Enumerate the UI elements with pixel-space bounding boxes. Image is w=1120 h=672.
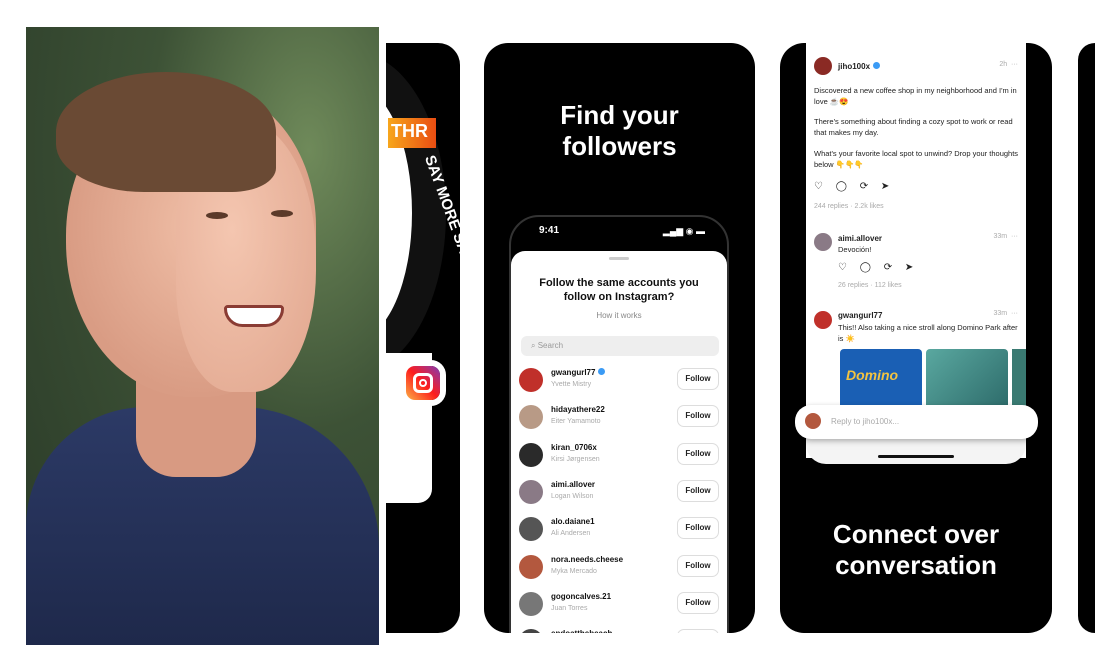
app-screenshot-threads-intro: SAY MORE SAY MORE THR [386, 43, 460, 633]
account-row: gogoncalves.21 Juan Torres Follow [519, 590, 719, 626]
app-screenshot-conversation: jiho100x 2h ··· Discovered a new coffee … [780, 43, 1052, 633]
follow-button[interactable]: Follow [677, 405, 719, 428]
panel-title: Connect over conversation [780, 519, 1052, 581]
reply-actions[interactable]: ♡ ◯ ⟳ ➤ [838, 262, 1044, 273]
account-name: Eiter Yamamoto [551, 418, 601, 426]
avatar[interactable] [519, 591, 543, 616]
account-row: endoatthebeach Follow [519, 627, 719, 633]
phone-bottom [806, 438, 1026, 464]
account-name: Juan Torres [551, 604, 588, 612]
account-name: Kirsi Jørgensen [551, 455, 600, 463]
verified-icon [598, 368, 606, 375]
avatar[interactable] [519, 629, 543, 633]
avatar[interactable] [519, 405, 543, 430]
hair [56, 72, 276, 192]
post-stats[interactable]: 244 replies · 2.2k likes [814, 201, 1020, 212]
post-actions[interactable]: ♡ ◯ ⟳ ➤ [814, 181, 1020, 192]
reply-text: Devoción! [838, 245, 872, 254]
how-it-works-link[interactable]: How it works [511, 311, 727, 320]
smile [224, 305, 284, 327]
post-text: Discovered a new coffee shop in my neigh… [814, 86, 1017, 106]
title-line: Connect over [832, 519, 1000, 549]
account-name: Yvette Mistry [551, 381, 592, 388]
search-placeholder: Search [537, 341, 564, 350]
reply-text: This!! Also taking a nice stroll along D… [838, 323, 1018, 343]
portrait-photo [26, 27, 379, 645]
account-username[interactable]: nora.needs.cheese [551, 555, 623, 564]
follow-button[interactable]: Follow [677, 591, 719, 614]
account-row: alo.daiane1 Ali Andersen Follow [519, 515, 719, 551]
follow-button[interactable]: Follow [677, 554, 719, 577]
avatar [805, 413, 821, 429]
phone-mockup: 9:41 ▂▄▆ ◉ ▬ Follow the same accounts yo… [509, 215, 729, 633]
avatar[interactable] [519, 517, 543, 542]
avatar [814, 57, 832, 75]
account-username[interactable]: alo.daiane1 [551, 517, 595, 526]
follow-button[interactable]: Follow [677, 442, 719, 465]
account-name: Ali Andersen [551, 530, 591, 538]
account-row: kiran_0706x Kirsi Jørgensen Follow [519, 441, 719, 477]
avatar [814, 311, 832, 329]
title-line: Find your [560, 100, 679, 130]
reply-time: 33m ··· [993, 310, 1018, 317]
post-image-park[interactable] [926, 349, 1008, 409]
account-username[interactable]: endoatthebeach [551, 629, 612, 633]
sheet-handle[interactable] [609, 257, 629, 260]
status-time: 9:41 [539, 225, 560, 236]
account-username[interactable]: aimi.allover [551, 480, 595, 489]
account-name: Logan Wilson [551, 492, 594, 500]
follow-button[interactable]: Follow [677, 368, 719, 390]
home-indicator [878, 455, 954, 458]
account-row: aimi.allover Logan Wilson Follow [519, 478, 719, 514]
account-row: hidayathere22 Eiter Yamamoto Follow [519, 403, 719, 439]
reply-time: 33m ··· [993, 233, 1018, 240]
avatar[interactable] [519, 442, 543, 467]
signal-wifi-battery-icon: ▂▄▆ ◉ ▬ [662, 226, 705, 236]
account-username[interactable]: kiran_0706x [551, 443, 597, 452]
reply-input[interactable]: Reply to jiho100x... [795, 405, 1038, 439]
account-row: nora.needs.cheese Myka Mercado Follow [519, 553, 719, 589]
title-line: followers [562, 131, 677, 161]
app-screenshot-find-followers: Find your followers 9:41 ▂▄▆ ◉ ▬ Follow … [484, 43, 755, 633]
app-screenshot-partial [1078, 43, 1095, 633]
follow-sheet: Follow the same accounts you follow on In… [511, 251, 727, 633]
instagram-icon [406, 366, 440, 400]
post-image[interactable] [1012, 349, 1026, 409]
follow-button[interactable]: Follow [677, 479, 719, 502]
account-username[interactable]: gwangurl77 [551, 368, 606, 377]
reply-placeholder: Reply to jiho100x... [831, 417, 900, 426]
sheet-title: Follow the same accounts you follow on In… [539, 277, 699, 303]
search-input[interactable]: ⌕ Search [521, 336, 719, 356]
post-image-domino[interactable]: Domino [840, 349, 922, 409]
post-time: 2h ··· [999, 61, 1018, 68]
account-username[interactable]: hidayathere22 [551, 405, 605, 414]
post-text: There's something about finding a cozy s… [814, 117, 1013, 137]
avatar[interactable] [519, 368, 543, 392]
threads-badge: THR [388, 118, 436, 148]
reply-stats[interactable]: 26 replies · 112 likes [838, 280, 1044, 291]
follow-button[interactable]: Follow [677, 629, 719, 633]
post-text: What's your favorite local spot to unwin… [814, 149, 1019, 169]
panel-title: Find your followers [484, 100, 755, 162]
thread-card: jiho100x 2h ··· Discovered a new coffee … [806, 43, 1026, 458]
account-row: gwangurl77 Yvette Mistry Follow [519, 366, 719, 402]
eye [271, 210, 293, 217]
avatar[interactable] [519, 554, 543, 579]
account-name: Myka Mercado [551, 567, 597, 575]
eye [206, 212, 228, 219]
title-line: conversation [835, 550, 997, 580]
avatar[interactable] [519, 479, 543, 504]
account-username[interactable]: gogoncalves.21 [551, 592, 611, 601]
avatar [814, 233, 832, 251]
follow-button[interactable]: Follow [677, 517, 719, 540]
